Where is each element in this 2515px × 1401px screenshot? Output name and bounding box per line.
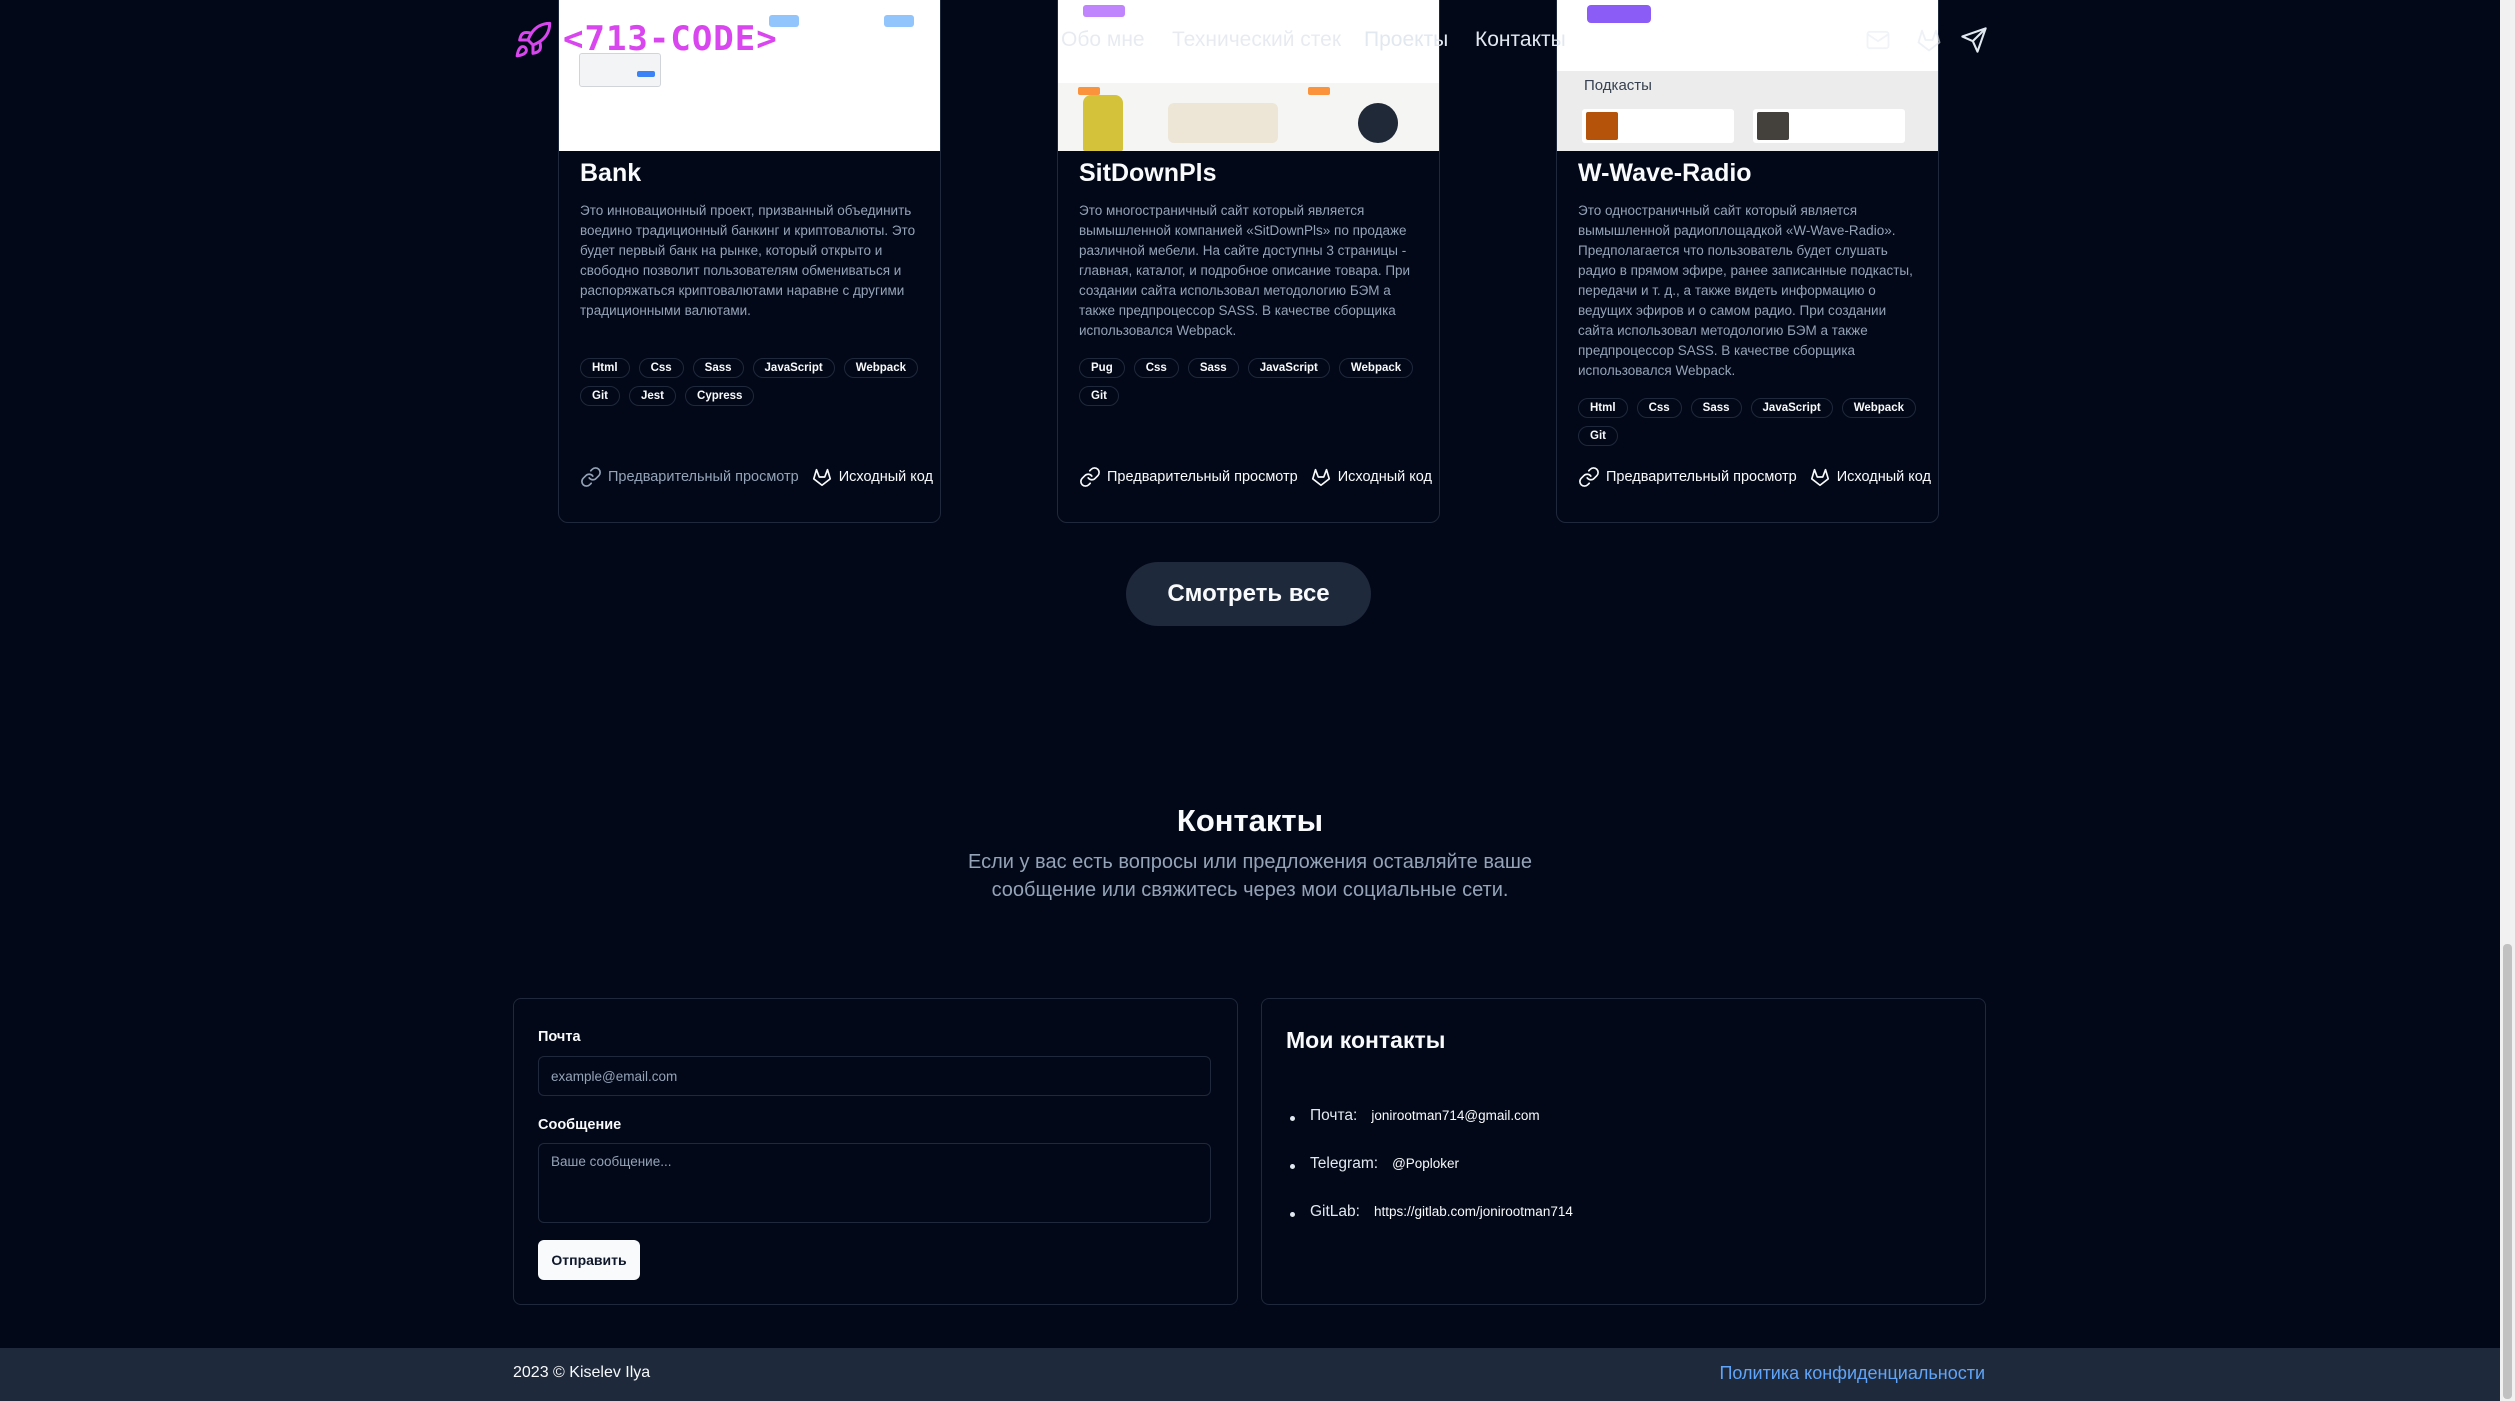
gitlab-icon <box>812 468 831 487</box>
tag: Html <box>580 358 630 378</box>
tag: Git <box>1578 426 1618 446</box>
source-link-label: Исходный код <box>1337 469 1432 485</box>
bullet <box>1290 1212 1295 1217</box>
logo-text[interactable]: <713-CODE> <box>563 19 778 59</box>
contact-value-email[interactable]: jonirootman714@gmail.com <box>1371 1108 1539 1123</box>
email-label: Почта <box>538 1029 581 1045</box>
scrollbar-thumb[interactable] <box>2503 944 2512 1399</box>
contact-key: Telegram: <box>1310 1155 1379 1172</box>
contact-key: GitLab: <box>1310 1203 1360 1220</box>
preview-link-label: Предварительный просмотр <box>1606 469 1797 485</box>
message-placeholder: Ваше сообщение... <box>551 1154 672 1169</box>
preview-link-label: Предварительный просмотр <box>608 469 799 485</box>
telegram-icon[interactable] <box>1960 26 1988 54</box>
contacts-title: Контакты <box>1176 803 1324 838</box>
tag: Css <box>1133 358 1179 378</box>
source-link-label: Исходный код <box>1836 469 1931 485</box>
rocket-icon[interactable] <box>513 20 553 60</box>
link-icon <box>1080 467 1100 487</box>
project-links: Предварительный просмотр Исходный код <box>1079 466 1439 488</box>
tag: JavaScript <box>752 358 835 378</box>
email-field[interactable]: example@email.com <box>538 1056 1211 1096</box>
tag-list: Pug Css Sass JavaScript Webpack Git <box>1079 358 1424 406</box>
tag: JavaScript <box>1247 358 1330 378</box>
tag: Pug <box>1079 358 1125 378</box>
site-header: <713-CODE> Обо мне Технический стек Прое… <box>0 0 2500 82</box>
contact-item-telegram: Telegram: @Poploker <box>1286 1155 1573 1203</box>
see-all-button[interactable]: Смотреть все <box>1126 562 1371 626</box>
project-description: Это многостраничный сайт который являетс… <box>1079 203 1411 338</box>
privacy-policy-link[interactable]: Политика конфиденциальности <box>1719 1363 1985 1384</box>
source-link-label: Исходный код <box>838 469 933 485</box>
site-footer: 2023 © Kiselev Ilya Политика конфиденциа… <box>0 1348 2500 1401</box>
preview-link[interactable]: Предварительный просмотр <box>580 466 799 488</box>
copyright: 2023 © Kiselev Ilya <box>513 1364 651 1381</box>
project-description: Это инновационный проект, призванный объ… <box>580 203 916 318</box>
nav-tech-stack[interactable]: Технический стек <box>1172 28 1341 52</box>
contact-list: Почта: jonirootman714@gmail.com Telegram… <box>1286 1107 1573 1251</box>
gitlab-icon <box>1311 468 1330 487</box>
project-title: SitDownPls <box>1079 159 1217 187</box>
mail-icon[interactable] <box>1864 26 1892 54</box>
source-link[interactable]: Исходный код <box>811 466 933 488</box>
contact-value-gitlab[interactable]: https://gitlab.com/jonirootman714 <box>1374 1204 1573 1219</box>
project-title: W-Wave-Radio <box>1578 159 1752 187</box>
preview-link[interactable]: Предварительный просмотр <box>1079 466 1298 488</box>
tag-list: Html Css Sass JavaScript Webpack Git Jes… <box>580 358 925 406</box>
nav-about[interactable]: Обо мне <box>1061 28 1145 52</box>
project-title: Bank <box>580 159 642 187</box>
contact-value-telegram[interactable]: @Poploker <box>1392 1156 1459 1171</box>
source-link[interactable]: Исходный код <box>1310 466 1432 488</box>
tag: Html <box>1578 398 1628 418</box>
tag: Git <box>1079 386 1119 406</box>
tag: Cypress <box>685 386 755 406</box>
project-links: Предварительный просмотр Исходный код <box>580 466 940 488</box>
my-contacts-title: Мои контакты <box>1286 1027 1446 1053</box>
nav-projects[interactable]: Проекты <box>1364 28 1448 52</box>
tag: Webpack <box>1338 358 1414 378</box>
message-field[interactable]: Ваше сообщение... <box>538 1143 1211 1223</box>
contact-key: Почта: <box>1310 1107 1358 1124</box>
gitlab-icon[interactable] <box>1915 26 1943 54</box>
tag: Css <box>1636 398 1682 418</box>
tag: Git <box>580 386 620 406</box>
contacts-subtitle: Если у вас есть вопросы или предложения … <box>967 851 1533 901</box>
project-description: Это одностраничный сайт который является… <box>1578 203 1913 378</box>
page-scrollbar[interactable] <box>2500 0 2515 1401</box>
nav-contacts[interactable]: Контакты <box>1475 28 1566 52</box>
source-link[interactable]: Исходный код <box>1809 466 1931 488</box>
email-placeholder: example@email.com <box>551 1068 678 1084</box>
contact-item-email: Почта: jonirootman714@gmail.com <box>1286 1107 1573 1155</box>
tag: Sass <box>1187 358 1239 378</box>
tag: Sass <box>1690 398 1742 418</box>
bullet <box>1290 1164 1295 1169</box>
message-label: Сообщение <box>538 1117 622 1133</box>
tag: Jest <box>628 386 677 406</box>
tag: JavaScript <box>1750 398 1833 418</box>
link-icon <box>581 467 601 487</box>
link-icon <box>1579 467 1599 487</box>
preview-link-label: Предварительный просмотр <box>1107 469 1298 485</box>
tag: Webpack <box>1841 398 1916 418</box>
tag-list: Html Css Sass JavaScript Webpack Git <box>1578 398 1923 446</box>
contact-form: Почта example@email.com Сообщение Ваше с… <box>513 998 1238 1305</box>
bullet <box>1290 1116 1295 1121</box>
my-contacts-panel: Мои контакты Почта: jonirootman714@gmail… <box>1261 998 1986 1305</box>
tag: Webpack <box>843 358 918 378</box>
tag: Css <box>638 358 684 378</box>
project-links: Предварительный просмотр Исходный код <box>1578 466 1938 488</box>
tag: Sass <box>692 358 744 378</box>
contact-item-gitlab: GitLab: https://gitlab.com/jonirootman71… <box>1286 1203 1573 1251</box>
gitlab-icon <box>1810 468 1829 487</box>
preview-link[interactable]: Предварительный просмотр <box>1578 466 1797 488</box>
send-button[interactable]: Отправить <box>538 1240 640 1280</box>
